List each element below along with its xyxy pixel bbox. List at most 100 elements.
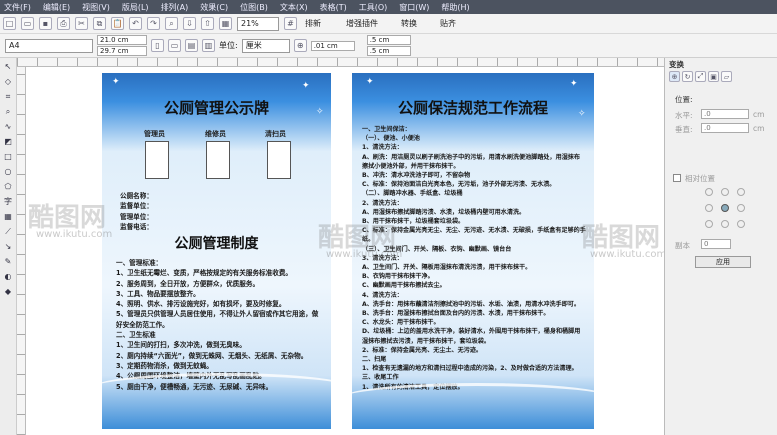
vertical-label: 垂直:: [675, 125, 693, 134]
menu-bitmaps[interactable]: 位图(B): [240, 2, 268, 13]
wave-decoration: [102, 373, 331, 403]
board1-subtitle: 公厕管理制度: [174, 236, 259, 252]
watermark-url: www.ikutu.com: [36, 229, 113, 240]
menu-view[interactable]: 视图(V): [82, 2, 110, 13]
horizontal-ruler[interactable]: [17, 58, 664, 67]
size-icon[interactable]: ▣: [708, 71, 719, 82]
docker-tab[interactable]: 变换: [669, 59, 684, 70]
menu-effects[interactable]: 效果(C): [200, 2, 228, 13]
wave-decoration: [352, 383, 594, 413]
copies-field[interactable]: 0: [701, 239, 731, 249]
horizontal-field[interactable]: .0: [701, 109, 749, 119]
sparkle-icon: ✦: [366, 77, 374, 87]
paste-icon[interactable]: 📋: [111, 17, 124, 30]
horizontal-label: 水平:: [675, 111, 693, 120]
portrait-icon[interactable]: ▯: [151, 39, 164, 52]
freehand-tool-icon[interactable]: ∿: [2, 121, 14, 133]
anchor-point[interactable]: [737, 204, 745, 212]
anchor-point[interactable]: [705, 204, 713, 212]
sparkle-icon: ✦: [302, 81, 310, 91]
new-file-icon[interactable]: □: [3, 17, 16, 30]
menu-table[interactable]: 表格(T): [320, 2, 347, 13]
menu-arrange[interactable]: 排列(A): [161, 2, 189, 13]
board1-info: 公厕名称： 监督单位： 管理单位： 监督电话：: [120, 192, 153, 231]
position-icon[interactable]: ⊕: [669, 71, 680, 82]
all-pages-icon[interactable]: ▤: [185, 39, 198, 52]
arrange-button[interactable]: 排新: [302, 17, 338, 31]
ellipse-tool-icon[interactable]: ○: [2, 166, 14, 178]
photo-label-repair: 维修员: [205, 130, 226, 138]
duplicate-y-field[interactable]: .5 cm: [366, 46, 411, 56]
convert-button[interactable]: 转换: [398, 17, 432, 31]
shape-tool-icon[interactable]: ◇: [2, 76, 14, 88]
anchor-point[interactable]: [705, 188, 713, 196]
zoom-tool-icon[interactable]: ⌕: [2, 106, 14, 118]
cut-icon[interactable]: ✂: [75, 17, 88, 30]
table-tool-icon[interactable]: ▦: [2, 211, 14, 223]
page-size-select[interactable]: A4: [5, 38, 93, 53]
anchor-point-selected[interactable]: [721, 204, 729, 212]
dimension-tool-icon[interactable]: ⟋: [2, 226, 14, 238]
import-icon[interactable]: ⇩: [183, 17, 196, 30]
anchor-point[interactable]: [721, 220, 729, 228]
guides-icon[interactable]: #: [284, 17, 297, 30]
drawing-canvas[interactable]: ✦ ✦ ✧ 公厕管理公示牌 管理员 维修员 清扫员 公厕名称： 监督单位： 管理…: [26, 67, 667, 435]
duplicate-x-field[interactable]: .5 cm: [366, 35, 411, 45]
menu-window[interactable]: 窗口(W): [399, 2, 429, 13]
units-label: 单位:: [219, 41, 238, 50]
menu-layout[interactable]: 版局(L): [122, 2, 149, 13]
snap-button[interactable]: 贴齐: [437, 17, 473, 31]
rectangle-tool-icon[interactable]: □: [2, 151, 14, 163]
eyedropper-tool-icon[interactable]: ✎: [2, 256, 14, 268]
search-icon[interactable]: ⌕: [165, 17, 178, 30]
skew-icon[interactable]: ▱: [721, 71, 732, 82]
anchor-point[interactable]: [737, 188, 745, 196]
crop-tool-icon[interactable]: ⌗: [2, 91, 14, 103]
pick-tool-icon[interactable]: ↖: [2, 61, 14, 73]
anchor-point[interactable]: [737, 220, 745, 228]
text-tool-icon[interactable]: 字: [2, 196, 14, 208]
rotate-icon[interactable]: ↻: [682, 71, 693, 82]
watermark-url: www.ikutu.com: [590, 249, 667, 260]
connector-tool-icon[interactable]: ↘: [2, 241, 14, 253]
export-icon[interactable]: ⇧: [201, 17, 214, 30]
relative-position-checkbox[interactable]: [673, 174, 681, 182]
plugin-button[interactable]: 增强插件: [343, 17, 393, 31]
menu-text[interactable]: 文本(X): [280, 2, 308, 13]
redo-icon[interactable]: ↷: [147, 17, 160, 30]
landscape-icon[interactable]: ▭: [168, 39, 181, 52]
anchor-point[interactable]: [705, 220, 713, 228]
zoom-select[interactable]: 21%: [237, 16, 279, 31]
vertical-ruler[interactable]: [17, 67, 26, 435]
relative-position-label: 相对位置: [685, 174, 715, 183]
apply-button[interactable]: 应用: [695, 256, 751, 268]
board1-title: 公厕管理公示牌: [163, 99, 269, 117]
menu-edit[interactable]: 编辑(E): [43, 2, 70, 13]
open-file-icon[interactable]: ▭: [21, 17, 34, 30]
menu-file[interactable]: 文件(F): [4, 2, 31, 13]
page-height-field[interactable]: 29.7 cm: [97, 46, 147, 56]
fill-tool-icon[interactable]: ◆: [2, 286, 14, 298]
print-icon[interactable]: ⎙: [57, 17, 70, 30]
menu-help[interactable]: 帮助(H): [441, 2, 469, 13]
menu-bar: 文件(F) 编辑(E) 视图(V) 版局(L) 排列(A) 效果(C) 位图(B…: [0, 0, 777, 14]
outline-tool-icon[interactable]: ◐: [2, 271, 14, 283]
menu-tools[interactable]: 工具(O): [359, 2, 388, 13]
scale-icon[interactable]: ⤢: [695, 71, 706, 82]
smart-fill-icon[interactable]: ◩: [2, 136, 14, 148]
current-page-icon[interactable]: ▥: [202, 39, 215, 52]
copy-icon[interactable]: ⧉: [93, 17, 106, 30]
standard-toolbar: □ ▭ ▪ ⎙ ✂ ⧉ 📋 ↶ ↷ ⌕ ⇩ ⇧ ▦ 21% # 排新 增强插件 …: [0, 14, 777, 34]
vertical-field[interactable]: .0: [701, 123, 749, 133]
save-icon[interactable]: ▪: [39, 17, 52, 30]
polygon-tool-icon[interactable]: ⬠: [2, 181, 14, 193]
watermark-url: www.ikutu.com: [326, 249, 403, 260]
page-width-field[interactable]: 21.0 cm: [97, 35, 147, 45]
anchor-point[interactable]: [721, 188, 729, 196]
toolbox: ↖ ◇ ⌗ ⌕ ∿ ◩ □ ○ ⬠ 字 ▦ ⟋ ↘ ✎ ◐ ◆: [0, 58, 17, 435]
undo-icon[interactable]: ↶: [129, 17, 142, 30]
units-select[interactable]: 厘米: [241, 38, 290, 53]
nudge-field[interactable]: .01 cm: [310, 40, 355, 51]
app-launcher-icon[interactable]: ▦: [219, 17, 232, 30]
toilet-management-board[interactable]: ✦ ✦ ✧ 公厕管理公示牌 管理员 维修员 清扫员 公厕名称： 监督单位： 管理…: [102, 73, 331, 429]
